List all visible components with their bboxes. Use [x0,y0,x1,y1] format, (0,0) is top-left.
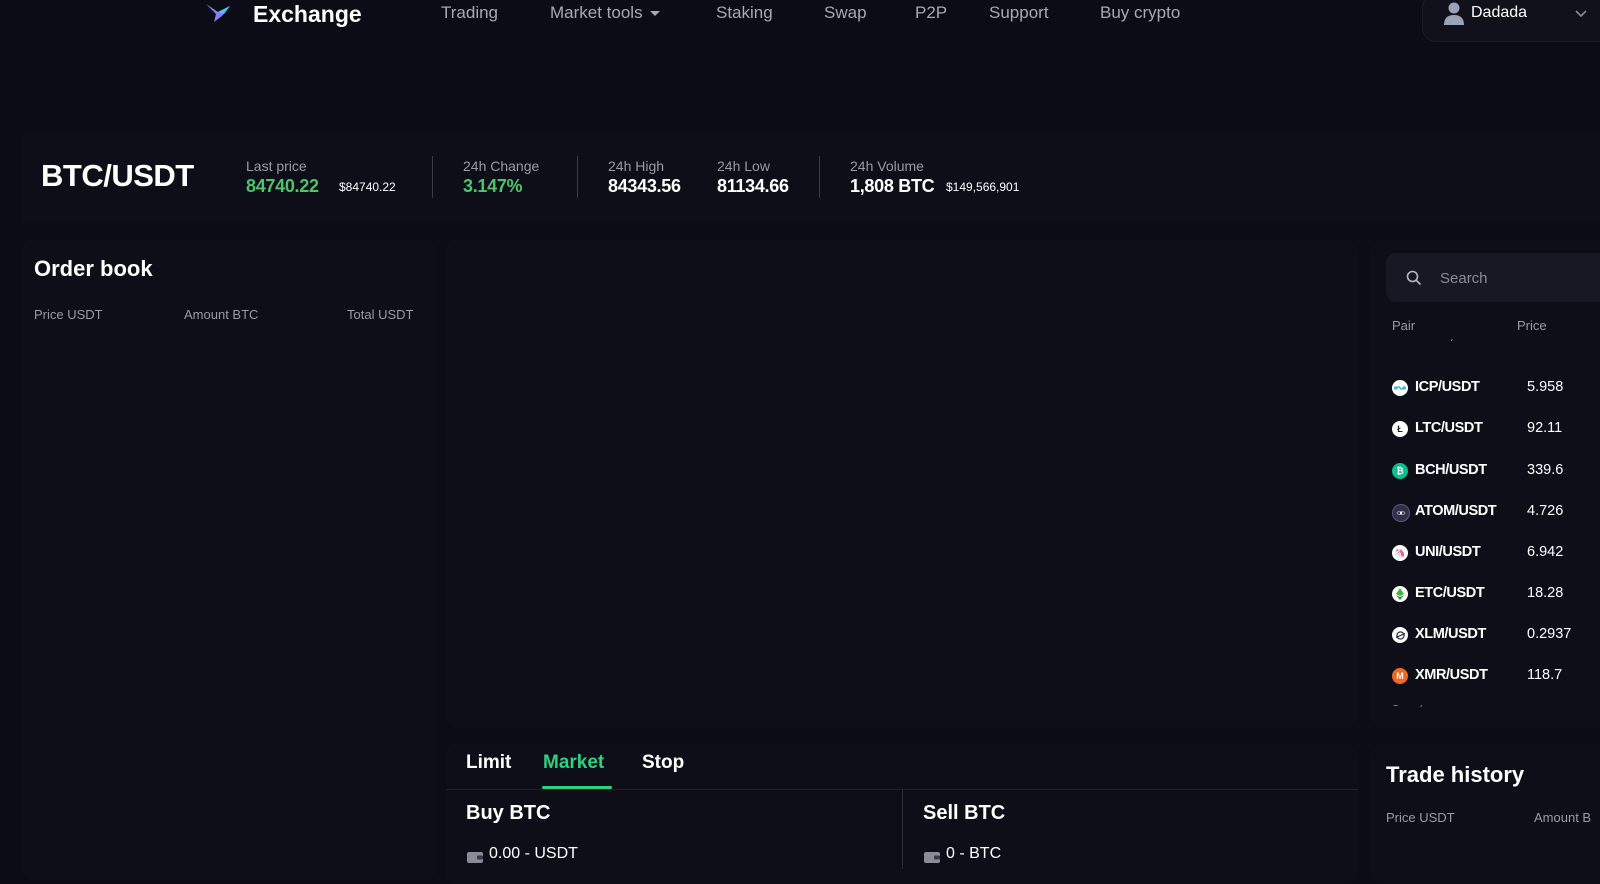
wallet-icon [924,852,940,863]
nav-p2p[interactable]: P2P [915,3,947,23]
uni-icon: 🦄 [1392,545,1408,561]
divider [577,156,578,198]
nav-trading[interactable]: Trading [441,3,498,23]
market-row[interactable]: ETC/USDT 18.28 [1392,583,1600,607]
nav-swap[interactable]: Swap [824,3,867,23]
market-row[interactable]: ICP/USDT 5.958 [1392,377,1600,401]
pair-name: ICP/USDT [1415,379,1480,395]
pair-price: 4.726 [1527,503,1564,519]
pair-price: 339.6 [1527,462,1564,478]
tab-market[interactable]: Market [543,752,604,774]
pair-name: UNI/USDT [1415,544,1481,560]
clipped-row-indicator: ‾ ˊ [1394,705,1423,716]
last-price-value: 84740.22 [246,176,319,196]
caret-down-icon [649,11,660,17]
search-placeholder[interactable]: Search [1440,270,1488,287]
tab-stop[interactable]: Stop [642,752,684,774]
pair-name: BCH/USDT [1415,462,1487,478]
pair-price: 0.2937 [1527,626,1572,642]
change-value: 3.147% [463,176,523,196]
col-price-usdt: Price USDT [1386,810,1455,825]
market-row[interactable]: M XMR/USDT 118.7 [1392,665,1600,689]
high-label: 24h High [608,158,665,174]
xlm-icon [1392,627,1408,643]
nav-buy-crypto[interactable]: Buy crypto [1100,3,1180,23]
col-amount: Amount B [1534,810,1592,825]
change-label: 24h Change [463,158,540,174]
pair-title: BTC/USDT [41,158,194,193]
order-book-panel [22,240,436,880]
nav-support[interactable]: Support [989,3,1049,23]
user-name[interactable]: Dadada [1471,4,1527,22]
divider [902,789,903,869]
atom-icon [1392,504,1410,522]
icp-icon [1392,380,1408,396]
divider [432,156,433,198]
user-avatar-icon [1444,2,1464,25]
ltc-icon: Ł [1392,421,1408,437]
volume-label: 24h Volume [850,158,924,174]
low-label: 24h Low [717,158,770,174]
search-icon [1406,270,1422,286]
etc-icon [1392,586,1408,602]
market-row[interactable]: ATOM/USDT 4.726 [1392,501,1600,525]
last-price-label: Last price [246,158,307,174]
col-price-usdt: Price USDT [34,307,103,322]
sell-balance: 0 - BTC [946,845,1002,862]
pair-price: 92.11 [1527,420,1563,436]
brand-name[interactable]: Exchange [253,1,362,28]
nav-staking[interactable]: Staking [716,3,773,23]
pair-price: 5.958 [1527,379,1564,395]
wallet-icon [467,852,483,863]
pair-price: 118.7 [1527,667,1563,683]
sell-title: Sell BTC [923,802,1006,824]
pair-name: ETC/USDT [1415,585,1485,601]
pair-name: LTC/USDT [1415,420,1483,436]
chevron-down-icon[interactable] [1574,6,1588,20]
chart-panel[interactable] [446,240,1358,728]
tab-limit[interactable]: Limit [466,752,511,774]
market-row[interactable]: Ł LTC/USDT 92.11 [1392,418,1600,442]
xmr-icon: M [1392,668,1408,684]
volume-usd: $149,566,901 [946,180,1020,194]
col-pair: Pair [1392,318,1416,333]
order-book-title: Order book [34,256,153,281]
volume-value: 1,808 BTC [850,176,935,196]
pair-price: 6.942 [1527,544,1564,560]
col-amount-btc: Amount BTC [184,307,259,322]
clipped-row-indicator: ˊ [1450,339,1454,350]
pair-name: XMR/USDT [1415,667,1488,683]
pair-name: ATOM/USDT [1415,503,1497,519]
col-price: Price [1517,318,1547,333]
nav-market-tools[interactable]: Market tools [550,3,660,23]
nav-market-tools-label: Market tools [550,3,643,22]
low-value: 81134.66 [717,176,789,196]
high-value: 84343.56 [608,176,681,196]
bch-icon: ₿ [1392,463,1408,479]
trade-history-title: Trade history [1386,762,1525,787]
pair-price: 18.28 [1527,585,1564,601]
buy-title: Buy BTC [466,802,551,824]
col-total-usdt: Total USDT [347,307,414,322]
last-price-usd: $84740.22 [339,180,396,194]
market-row[interactable]: ₿ BCH/USDT 339.6 [1392,460,1600,484]
buy-balance: 0.00 - USDT [489,845,578,862]
market-row[interactable]: XLM/USDT 0.2937 [1392,624,1600,648]
markets-panel [1370,240,1600,728]
divider [819,156,820,198]
market-row[interactable]: 🦄 UNI/USDT 6.942 [1392,542,1600,566]
logo-icon[interactable] [204,0,232,26]
pair-name: XLM/USDT [1415,626,1486,642]
